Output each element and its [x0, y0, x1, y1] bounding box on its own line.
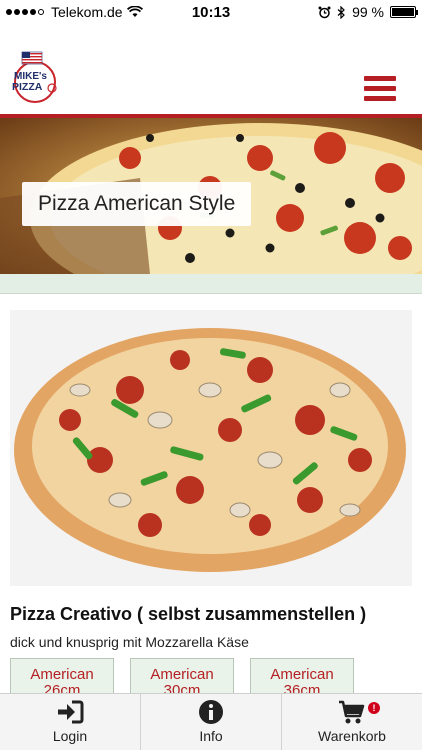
- tab-label: Login: [52, 728, 88, 744]
- size-option-label: American: [150, 666, 214, 683]
- tab-label: Info: [199, 728, 223, 744]
- info-icon: [199, 700, 223, 724]
- hamburger-icon: [364, 76, 396, 81]
- pizza-product-image: [10, 310, 412, 586]
- status-bar: Telekom.de 10:13 99 %: [0, 0, 422, 24]
- tab-info[interactable]: Info: [141, 694, 282, 750]
- app-header: MIKE's PIZZA: [0, 24, 422, 114]
- battery-fill: [392, 8, 414, 16]
- battery-icon: [390, 6, 418, 18]
- tab-login[interactable]: Login: [0, 694, 141, 750]
- cart-alert-badge: !: [368, 702, 380, 714]
- signal-strength-icon: [6, 9, 44, 15]
- product-image[interactable]: [10, 310, 412, 586]
- alarm-icon: [318, 6, 331, 18]
- cart-icon: [339, 700, 365, 724]
- size-option-label: American: [30, 666, 94, 683]
- tab-cart[interactable]: ! Warenkorb: [282, 694, 422, 750]
- section-divider: [0, 274, 422, 294]
- bottom-tab-bar: Login Info ! Warenkorb: [0, 693, 422, 750]
- svg-text:PIZZA: PIZZA: [12, 81, 43, 93]
- mikes-pizza-logo[interactable]: MIKE's PIZZA: [8, 50, 62, 104]
- status-left: Telekom.de: [0, 4, 143, 20]
- carrier-label: Telekom.de: [51, 4, 123, 20]
- tab-label: Warenkorb: [318, 728, 386, 744]
- bluetooth-icon: [337, 5, 345, 19]
- wifi-icon: [126, 6, 143, 17]
- banner-title: Pizza American Style: [22, 182, 252, 226]
- battery-percentage: 99 %: [352, 4, 384, 20]
- status-right: 99 %: [318, 4, 422, 20]
- menu-button[interactable]: [364, 76, 396, 102]
- size-option-label: American: [270, 666, 334, 683]
- product-title: Pizza Creativo ( selbst zusammenstellen …: [10, 604, 367, 624]
- login-icon: [58, 700, 84, 724]
- product-description: dick und knusprig mit Mozzarella Käse: [10, 634, 249, 650]
